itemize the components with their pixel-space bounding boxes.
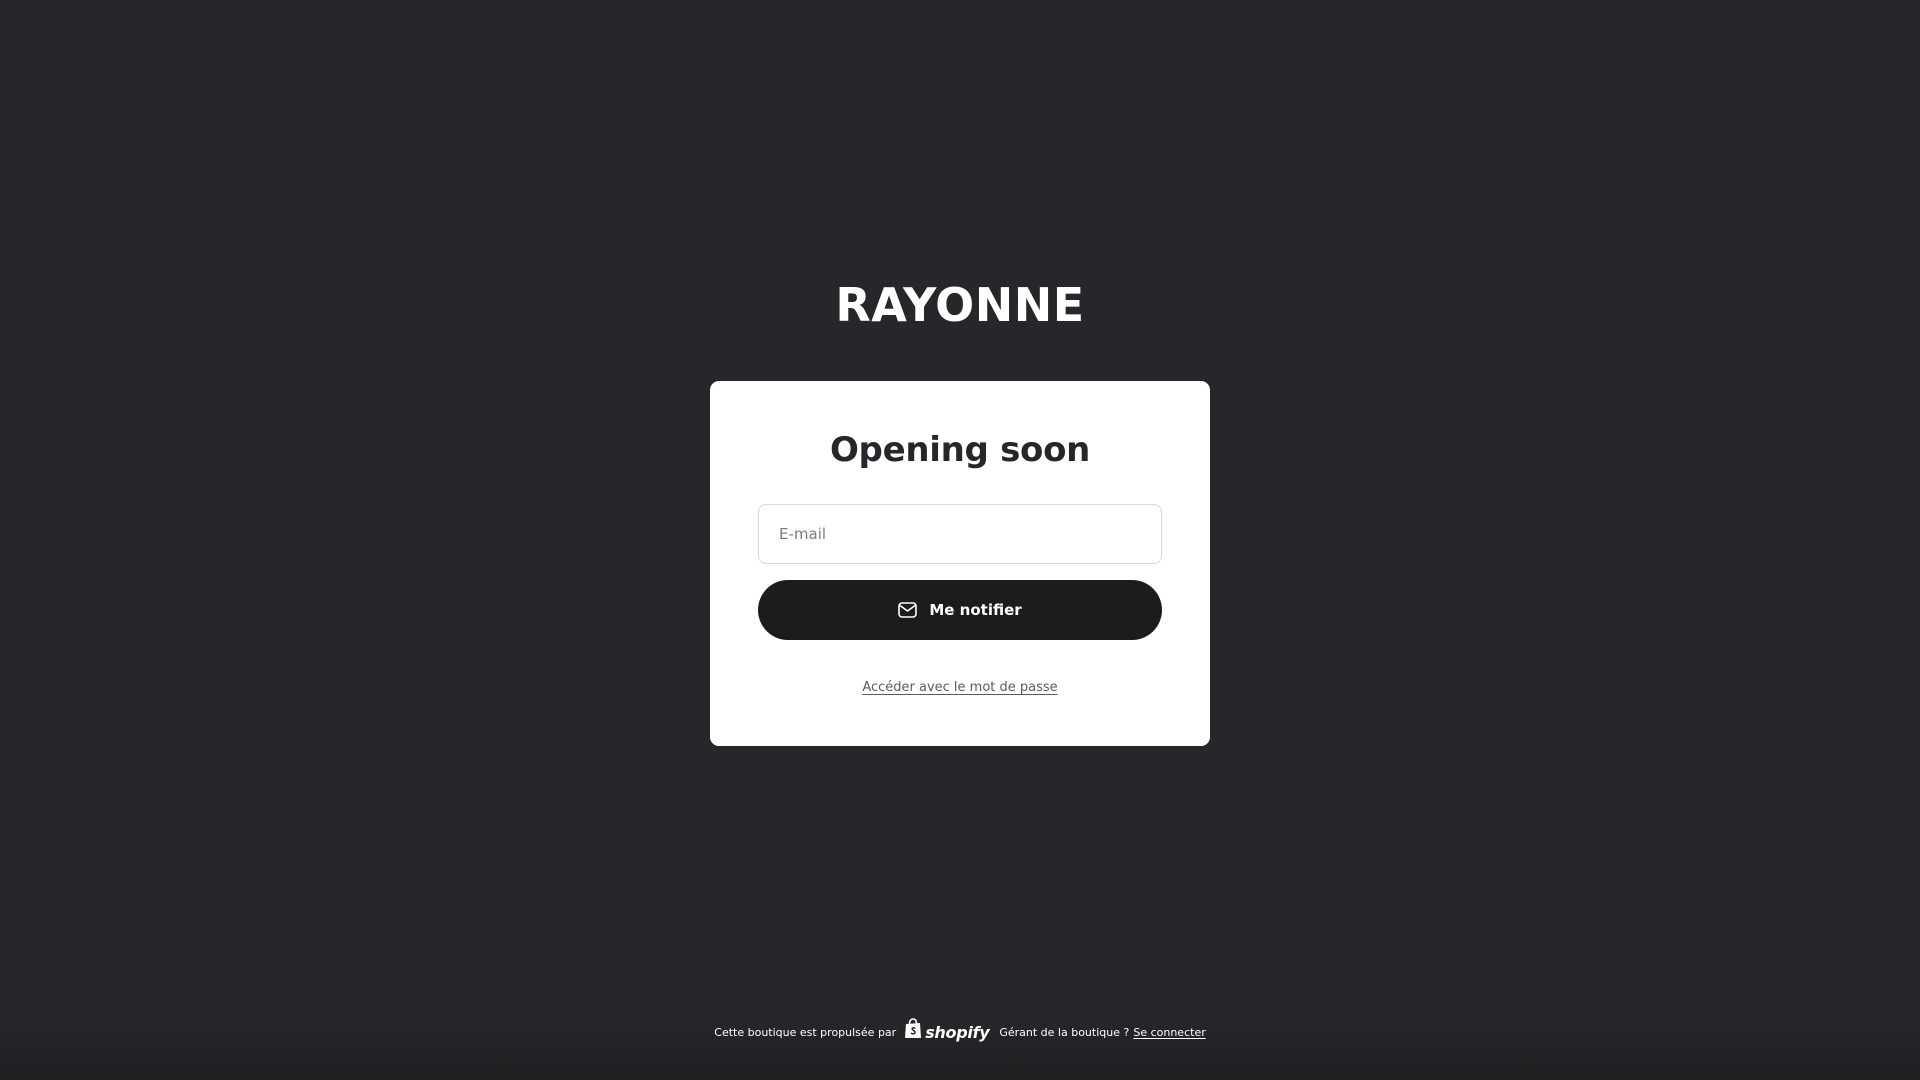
shopify-logo-link[interactable]: shopify <box>904 1018 990 1047</box>
password-card: Opening soon Me notifier Accéder avec le… <box>710 381 1210 746</box>
email-field[interactable] <box>758 504 1162 564</box>
notify-button[interactable]: Me notifier <box>758 580 1162 640</box>
powered-by-text: Cette boutique est propulsée par <box>714 1025 897 1039</box>
notify-button-label: Me notifier <box>929 601 1022 619</box>
password-link-container: Accéder avec le mot de passe <box>758 676 1162 695</box>
shopify-wordmark: shopify <box>925 1022 990 1042</box>
store-manager-text: Gérant de la boutique ? <box>999 1025 1130 1039</box>
admin-login-link[interactable]: Se connecter <box>1133 1022 1205 1044</box>
envelope-icon <box>898 602 918 618</box>
footer: Cette boutique est propulsée par shopify… <box>0 1018 1920 1047</box>
password-login-link[interactable]: Accéder avec le mot de passe <box>862 680 1057 695</box>
page-title: Opening soon <box>829 430 1091 470</box>
store-logo[interactable]: RAYONNE <box>0 272 1920 338</box>
shopping-bag-icon <box>904 1018 922 1047</box>
